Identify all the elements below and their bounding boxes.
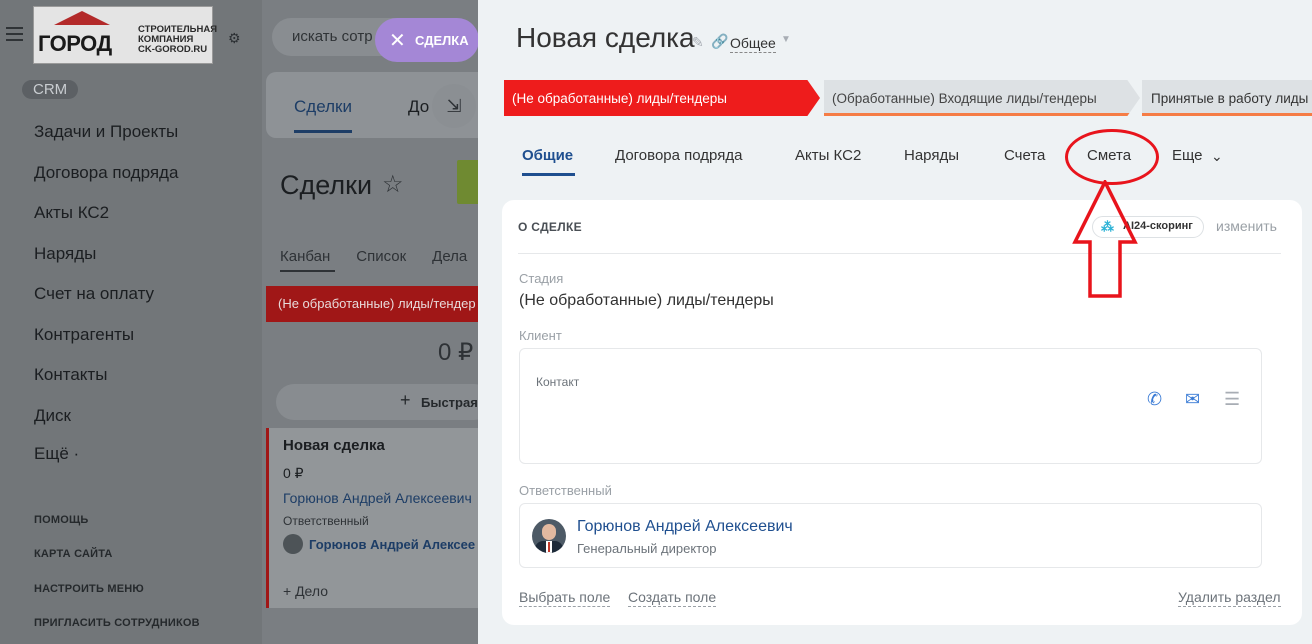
company-logo[interactable]: ГОРОД СТРОИТЕЛЬНАЯ КОМПАНИЯ CK-GOROD.RU [33, 6, 217, 64]
nav-sitemap[interactable]: КАРТА САЙТА [34, 548, 113, 560]
avatar [532, 519, 566, 553]
responsible-name[interactable]: Горюнов Андрей Алексеевич [577, 518, 793, 536]
link-icon[interactable]: 🔗 [711, 33, 728, 50]
nav-item-contracts[interactable]: Договора подряда [34, 163, 178, 183]
client-label: Клиент [519, 328, 562, 343]
annotation-arrow-icon [1072, 180, 1138, 298]
deal-close-chip[interactable]: ✕ СДЕЛКА [375, 18, 479, 62]
nav-item-orders[interactable]: Наряды [34, 244, 96, 264]
nav-item-disk[interactable]: Диск [34, 406, 71, 426]
stage-value[interactable]: (Не обработанные) лиды/тендеры [519, 292, 774, 310]
nav-invite[interactable]: ПРИГЛАСИТЬ СОТРУДНИКОВ [34, 617, 200, 629]
tab-more[interactable]: Еще [1172, 147, 1203, 164]
logo-mark: ГОРОД [38, 11, 124, 59]
stage-accepted[interactable]: Принятые в работу лиды [1142, 80, 1312, 116]
tab-general[interactable]: Общие [522, 147, 573, 164]
responsible-field[interactable]: Горюнов Андрей Алексеевич Генеральный ди… [519, 503, 1262, 568]
close-icon: ✕ [389, 30, 406, 52]
avatar [283, 534, 303, 554]
kanban-card-sum: 0 ₽ [283, 465, 304, 481]
deal-chip-label: СДЕЛКА [415, 33, 469, 48]
tab-deals-underline [294, 130, 352, 133]
stage-label: Стадия [519, 271, 564, 286]
divider [518, 253, 1281, 254]
crm-badge[interactable]: CRM [22, 80, 79, 99]
nav-item-invoice[interactable]: Счет на оплату [34, 284, 154, 304]
tab-general-underline [522, 173, 575, 176]
add-activity-link[interactable]: + Дело [283, 583, 328, 599]
client-field[interactable]: Контакт ✆ ✉ ☰ [519, 348, 1262, 464]
nav-item-acts[interactable]: Акты КС2 [34, 203, 109, 223]
nav-item-counterparties[interactable]: Контрагенты [34, 325, 134, 345]
left-navigation: ГОРОД СТРОИТЕЛЬНАЯ КОМПАНИЯ CK-GOROD.RU … [0, 0, 262, 644]
background-main: искать сотр Сделки До ⇲ Сделки ☆ Канбан С… [262, 0, 492, 644]
kanban-card-person[interactable]: Горюнов Андрей Алексеевич [283, 490, 472, 506]
menu-icon[interactable] [6, 27, 23, 45]
phone-icon[interactable]: ✆ [1147, 389, 1162, 410]
deal-section-card: О СДЕЛКЕ ⁂ AI24-скоринг изменить Стадия … [502, 200, 1302, 625]
annotation-ellipse [1065, 129, 1159, 185]
deal-slider: Новая сделка ✎ 🔗 Общее ▼ (Не обработанны… [478, 0, 1312, 644]
kanban-stage-header: (Не обработанные) лиды/тендер [266, 286, 492, 322]
nav-help[interactable]: ПОМОЩЬ [34, 514, 89, 526]
collapse-icon[interactable]: ⇲ [432, 84, 476, 128]
plus-icon: + [400, 390, 411, 410]
nav-configure-menu[interactable]: НАСТРОИТЬ МЕНЮ [34, 583, 144, 595]
chevron-down-icon[interactable]: ▼ [781, 34, 791, 45]
sliders-icon[interactable]: ⚙ [228, 30, 241, 47]
view-tab-kanban[interactable]: Канбан [280, 248, 330, 265]
search-placeholder: искать сотр [292, 28, 373, 45]
section-title: О СДЕЛКЕ [518, 220, 582, 234]
tab-orders[interactable]: Наряды [904, 147, 959, 164]
kanban-card-label: Ответственный [283, 514, 369, 528]
category-select[interactable]: Общее [730, 35, 776, 53]
star-icon[interactable]: ☆ [382, 170, 404, 199]
tab-contracts[interactable]: Договора подряда [615, 147, 742, 164]
logo-subtitle: СТРОИТЕЛЬНАЯ КОМПАНИЯ CK-GOROD.RU [138, 24, 218, 55]
nav-item-more[interactable]: Ещё · [34, 444, 79, 464]
chevron-down-icon[interactable]: ⌄ [1211, 148, 1223, 165]
select-field-link[interactable]: Выбрать поле [519, 589, 611, 607]
view-tabs: Канбан Список Дела [280, 248, 493, 265]
page-title: Сделки [280, 170, 373, 200]
chat-icon[interactable]: ☰ [1224, 389, 1240, 410]
tab-acts[interactable]: Акты КС2 [795, 147, 861, 164]
tab-deals[interactable]: Сделки [294, 97, 352, 117]
pencil-icon[interactable]: ✎ [692, 34, 704, 51]
view-tab-underline [280, 270, 335, 272]
stage-not-processed[interactable]: (Не обработанные) лиды/тендеры [504, 80, 820, 116]
kanban-card[interactable]: Новая сделка 0 ₽ Горюнов Андрей Алексеев… [266, 428, 492, 608]
quick-add-label: Быстрая [421, 395, 478, 410]
delete-section-link[interactable]: Удалить раздел [1178, 589, 1281, 607]
create-field-link[interactable]: Создать поле [628, 589, 717, 607]
tab-invoices[interactable]: Счета [1004, 147, 1045, 164]
view-tab-list[interactable]: Список [356, 248, 406, 265]
tab-next[interactable]: До [408, 97, 429, 117]
edit-section-link[interactable]: изменить [1216, 218, 1277, 234]
mail-icon[interactable]: ✉ [1185, 389, 1200, 410]
column-sum: 0 ₽ [438, 339, 474, 366]
responsible-label: Ответственный [519, 483, 612, 498]
kanban-card-assignee[interactable]: Горюнов Андрей Алексее [309, 537, 475, 552]
page-title: Новая сделка [516, 22, 695, 53]
logo-word: ГОРОД [38, 31, 112, 56]
responsible-position: Генеральный директор [577, 541, 717, 556]
nav-item-tasks[interactable]: Задачи и Проекты [34, 122, 178, 142]
contact-placeholder: Контакт [536, 375, 580, 389]
kanban-card-title[interactable]: Новая сделка [283, 437, 385, 454]
view-tab-activities[interactable]: Дела [432, 248, 467, 265]
quick-add-button[interactable]: + Быстрая [276, 384, 492, 420]
stage-processed[interactable]: (Обработанные) Входящие лиды/тендеры [824, 80, 1140, 116]
nav-item-contacts[interactable]: Контакты [34, 365, 107, 385]
